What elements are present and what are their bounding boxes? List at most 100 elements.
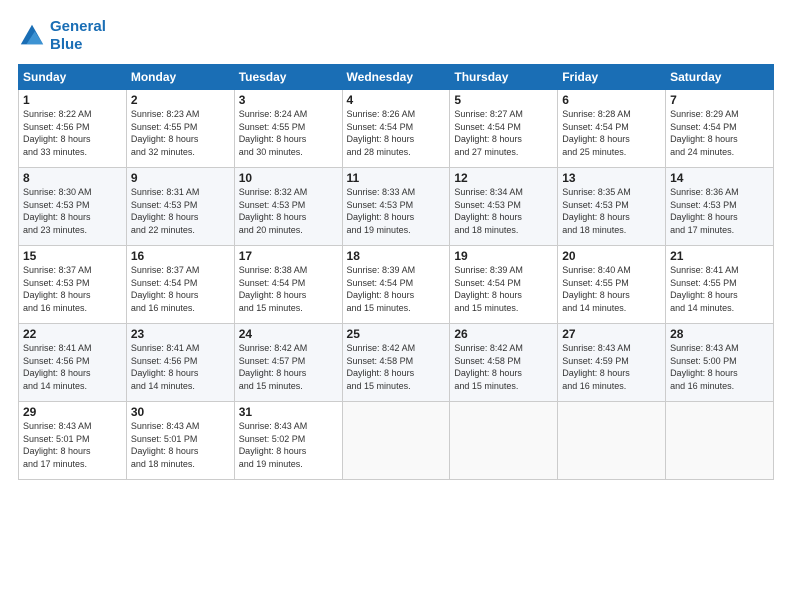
table-row: 19 Sunrise: 8:39 AMSunset: 4:54 PMDayligh… — [450, 246, 558, 324]
day-info: Sunrise: 8:33 AMSunset: 4:53 PMDaylight:… — [347, 187, 416, 235]
header-friday: Friday — [558, 65, 666, 90]
table-row: 7Sunrise: 8:29 AMSunset: 4:54 PMDaylight… — [666, 90, 774, 168]
day-info: Sunrise: 8:30 AMSunset: 4:53 PMDaylight:… — [23, 187, 92, 235]
table-row: 11 Sunrise: 8:33 AMSunset: 4:53 PMDayligh… — [342, 168, 450, 246]
day-number: 29 — [23, 405, 122, 419]
day-info: Sunrise: 8:41 AMSunset: 4:56 PMDaylight:… — [23, 343, 92, 391]
table-row — [450, 402, 558, 480]
day-number: 26 — [454, 327, 553, 341]
day-info: Sunrise: 8:36 AMSunset: 4:53 PMDaylight:… — [670, 187, 739, 235]
day-info: Sunrise: 8:42 AMSunset: 4:57 PMDaylight:… — [239, 343, 308, 391]
table-row: 25 Sunrise: 8:42 AMSunset: 4:58 PMDayligh… — [342, 324, 450, 402]
day-info: Sunrise: 8:43 AMSunset: 5:01 PMDaylight:… — [23, 421, 92, 469]
day-number: 23 — [131, 327, 230, 341]
header-saturday: Saturday — [666, 65, 774, 90]
day-number: 8 — [23, 171, 122, 185]
table-row: 10 Sunrise: 8:32 AMSunset: 4:53 PMDayligh… — [234, 168, 342, 246]
table-row: 21 Sunrise: 8:41 AMSunset: 4:55 PMDayligh… — [666, 246, 774, 324]
header: General Blue — [18, 18, 774, 54]
day-number: 25 — [347, 327, 446, 341]
table-row: 16 Sunrise: 8:37 AMSunset: 4:54 PMDayligh… — [126, 246, 234, 324]
table-row: 6Sunrise: 8:28 AMSunset: 4:54 PMDaylight… — [558, 90, 666, 168]
day-number: 10 — [239, 171, 338, 185]
day-number: 14 — [670, 171, 769, 185]
table-row: 27Sunrise: 8:43 AMSunset: 4:59 PMDayligh… — [558, 324, 666, 402]
calendar-table: Sunday Monday Tuesday Wednesday Thursday… — [18, 64, 774, 480]
table-row: 18 Sunrise: 8:39 AMSunset: 4:54 PMDayligh… — [342, 246, 450, 324]
day-info: Sunrise: 8:42 AMSunset: 4:58 PMDaylight:… — [347, 343, 416, 391]
table-row: 24 Sunrise: 8:42 AMSunset: 4:57 PMDayligh… — [234, 324, 342, 402]
day-number: 12 — [454, 171, 553, 185]
table-row: 30 Sunrise: 8:43 AMSunset: 5:01 PMDayligh… — [126, 402, 234, 480]
logo-text: General Blue — [50, 18, 106, 54]
day-number: 11 — [347, 171, 446, 185]
day-number: 24 — [239, 327, 338, 341]
day-number: 18 — [347, 249, 446, 263]
day-info: Sunrise: 8:37 AMSunset: 4:54 PMDaylight:… — [131, 265, 200, 313]
day-info: Sunrise: 8:41 AMSunset: 4:56 PMDaylight:… — [131, 343, 200, 391]
table-row: 29 Sunrise: 8:43 AMSunset: 5:01 PMDayligh… — [19, 402, 127, 480]
day-info: Sunrise: 8:40 AMSunset: 4:55 PMDaylight:… — [562, 265, 631, 313]
calendar-week-row: 15Sunrise: 8:37 AMSunset: 4:53 PMDayligh… — [19, 246, 774, 324]
day-info: Sunrise: 8:31 AMSunset: 4:53 PMDaylight:… — [131, 187, 200, 235]
day-info: Sunrise: 8:43 AMSunset: 5:01 PMDaylight:… — [131, 421, 200, 469]
day-number: 6 — [562, 93, 661, 107]
calendar-week-row: 22 Sunrise: 8:41 AMSunset: 4:56 PMDayligh… — [19, 324, 774, 402]
day-number: 5 — [454, 93, 553, 107]
table-row: 28 Sunrise: 8:43 AMSunset: 5:00 PMDayligh… — [666, 324, 774, 402]
day-info: Sunrise: 8:27 AMSunset: 4:54 PMDaylight:… — [454, 109, 523, 157]
table-row: 26Sunrise: 8:42 AMSunset: 4:58 PMDayligh… — [450, 324, 558, 402]
table-row: 31 Sunrise: 8:43 AMSunset: 5:02 PMDayligh… — [234, 402, 342, 480]
day-info: Sunrise: 8:37 AMSunset: 4:53 PMDaylight:… — [23, 265, 92, 313]
day-info: Sunrise: 8:39 AMSunset: 4:54 PMDaylight:… — [454, 265, 523, 313]
day-number: 31 — [239, 405, 338, 419]
table-row — [666, 402, 774, 480]
table-row: 13 Sunrise: 8:35 AMSunset: 4:53 PMDayligh… — [558, 168, 666, 246]
day-number: 20 — [562, 249, 661, 263]
table-row: 1 Sunrise: 8:22 AMSunset: 4:56 PMDaylight… — [19, 90, 127, 168]
day-info: Sunrise: 8:43 AMSunset: 4:59 PMDaylight:… — [562, 343, 631, 391]
table-row: 12 Sunrise: 8:34 AMSunset: 4:53 PMDayligh… — [450, 168, 558, 246]
header-wednesday: Wednesday — [342, 65, 450, 90]
table-row: 4Sunrise: 8:26 AMSunset: 4:54 PMDaylight… — [342, 90, 450, 168]
table-row: 9Sunrise: 8:31 AMSunset: 4:53 PMDaylight… — [126, 168, 234, 246]
table-row: 20 Sunrise: 8:40 AMSunset: 4:55 PMDayligh… — [558, 246, 666, 324]
day-number: 19 — [454, 249, 553, 263]
day-info: Sunrise: 8:34 AMSunset: 4:53 PMDaylight:… — [454, 187, 523, 235]
header-tuesday: Tuesday — [234, 65, 342, 90]
page: General Blue Sunday Monday Tuesday Wedne… — [0, 0, 792, 612]
day-info: Sunrise: 8:23 AMSunset: 4:55 PMDaylight:… — [131, 109, 200, 157]
table-row: 15Sunrise: 8:37 AMSunset: 4:53 PMDayligh… — [19, 246, 127, 324]
day-number: 2 — [131, 93, 230, 107]
day-number: 13 — [562, 171, 661, 185]
day-number: 4 — [347, 93, 446, 107]
table-row: 22 Sunrise: 8:41 AMSunset: 4:56 PMDayligh… — [19, 324, 127, 402]
calendar-week-row: 1 Sunrise: 8:22 AMSunset: 4:56 PMDaylight… — [19, 90, 774, 168]
header-monday: Monday — [126, 65, 234, 90]
header-sunday: Sunday — [19, 65, 127, 90]
day-info: Sunrise: 8:41 AMSunset: 4:55 PMDaylight:… — [670, 265, 739, 313]
table-row — [342, 402, 450, 480]
day-info: Sunrise: 8:39 AMSunset: 4:54 PMDaylight:… — [347, 265, 416, 313]
calendar-header-row: Sunday Monday Tuesday Wednesday Thursday… — [19, 65, 774, 90]
day-info: Sunrise: 8:32 AMSunset: 4:53 PMDaylight:… — [239, 187, 308, 235]
table-row: 8 Sunrise: 8:30 AMSunset: 4:53 PMDaylight… — [19, 168, 127, 246]
day-info: Sunrise: 8:38 AMSunset: 4:54 PMDaylight:… — [239, 265, 308, 313]
day-info: Sunrise: 8:35 AMSunset: 4:53 PMDaylight:… — [562, 187, 631, 235]
day-number: 22 — [23, 327, 122, 341]
table-row: 3Sunrise: 8:24 AMSunset: 4:55 PMDaylight… — [234, 90, 342, 168]
logo-icon — [18, 22, 46, 50]
day-number: 1 — [23, 93, 122, 107]
day-number: 30 — [131, 405, 230, 419]
day-info: Sunrise: 8:22 AMSunset: 4:56 PMDaylight:… — [23, 109, 92, 157]
day-info: Sunrise: 8:43 AMSunset: 5:02 PMDaylight:… — [239, 421, 308, 469]
day-number: 28 — [670, 327, 769, 341]
day-number: 16 — [131, 249, 230, 263]
table-row: 23 Sunrise: 8:41 AMSunset: 4:56 PMDayligh… — [126, 324, 234, 402]
table-row: 14 Sunrise: 8:36 AMSunset: 4:53 PMDayligh… — [666, 168, 774, 246]
day-info: Sunrise: 8:43 AMSunset: 5:00 PMDaylight:… — [670, 343, 739, 391]
logo: General Blue — [18, 18, 106, 54]
header-thursday: Thursday — [450, 65, 558, 90]
day-number: 21 — [670, 249, 769, 263]
calendar-week-row: 8 Sunrise: 8:30 AMSunset: 4:53 PMDaylight… — [19, 168, 774, 246]
